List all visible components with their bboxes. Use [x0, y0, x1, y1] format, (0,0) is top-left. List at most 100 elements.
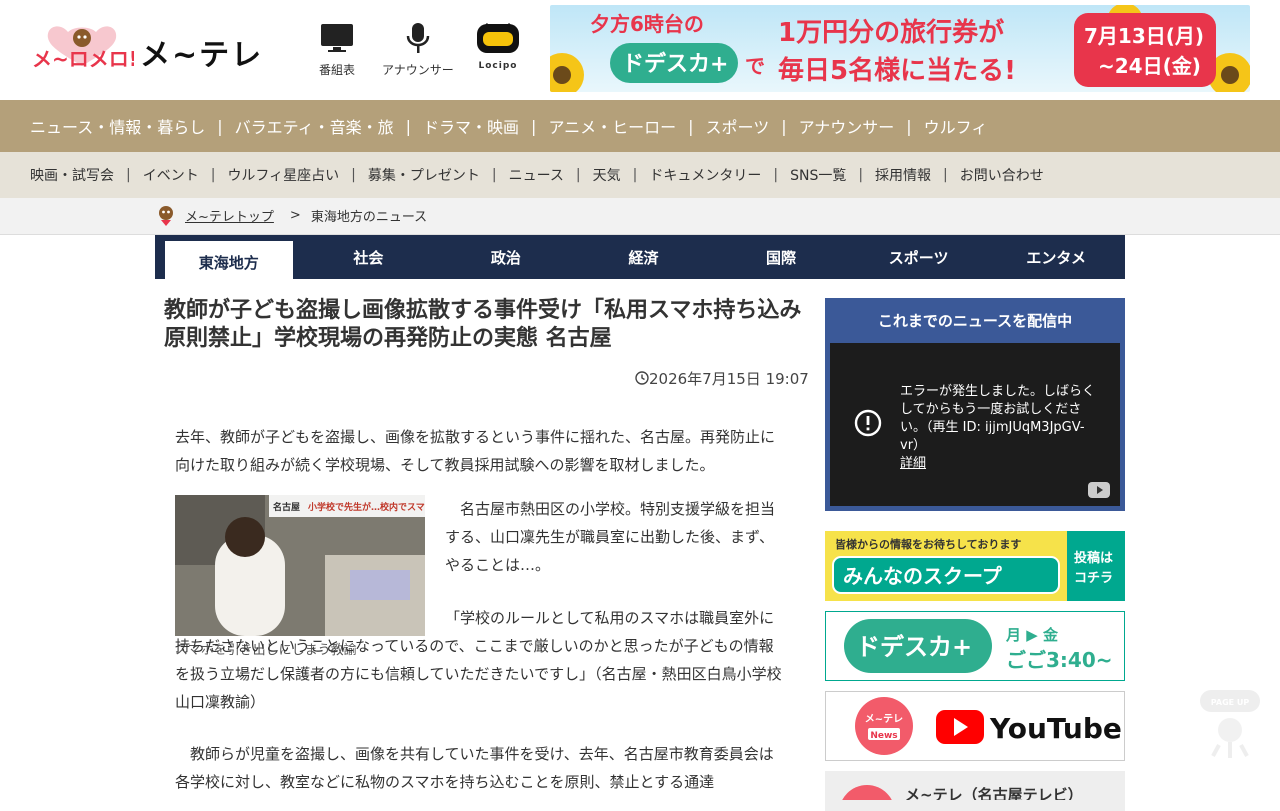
- youtube-channel-banner[interactable]: メ~テレ News YouTube: [825, 691, 1125, 761]
- announcer-link[interactable]: アナウンサー: [382, 22, 454, 78]
- sub-nav-separator: |: [858, 167, 864, 183]
- main-nav-item[interactable]: ウルフィ: [924, 114, 988, 138]
- sub-nav-item[interactable]: 天気 |: [593, 165, 650, 185]
- sub-nav-item-label[interactable]: ドキュメンタリー: [649, 165, 761, 185]
- category-tab[interactable]: 国際: [712, 235, 850, 279]
- sub-nav-item[interactable]: SNS一覧 |: [790, 165, 875, 185]
- youtube-channel-art: メ~テレ News YouTube: [855, 697, 1122, 755]
- sub-nav-item[interactable]: 映画・試写会 |: [30, 165, 143, 185]
- locipo-label: Locipo: [478, 61, 518, 71]
- sub-nav-item[interactable]: ドキュメンタリー |: [649, 165, 790, 185]
- site-header: メ~ロメロ! メ~テレ 番組表 アナウンサー Locipo 夕方6時台の ドデス…: [0, 0, 1280, 100]
- video-error-text: エラーが発生しました。しばらくしてからもう一度お試しください。（再生 ID: i…: [900, 384, 1096, 453]
- article-date-text: 2026年7月15日 19:07: [649, 370, 809, 388]
- main-nav-item[interactable]: スポーツ |: [706, 114, 799, 138]
- scoop-banner[interactable]: 皆様からの情報をお待ちしております みんなのスクープ 投稿は コチラ: [825, 531, 1125, 601]
- program-guide-label: 番組表: [318, 63, 355, 77]
- page-up-button[interactable]: PAGE UP: [1199, 690, 1261, 762]
- sub-nav-item-label[interactable]: ウルフィ星座占い: [227, 165, 339, 185]
- sub-nav-item-label[interactable]: 採用情報: [875, 165, 931, 185]
- article-paragraph-1: 名古屋市熱田区の小学校。特別支援学級を担当する、山口凜先生が職員室に出勤した後、…: [445, 500, 776, 574]
- article-paragraph-2-text: 「学校のルールとして私用のスマホは職員室外に持ちださないということになっているの…: [175, 609, 782, 711]
- svg-text:PAGE UP: PAGE UP: [1211, 698, 1250, 707]
- main-nav-separator: |: [217, 116, 223, 136]
- video-player[interactable]: エラーが発生しました。しばらくしてからもう一度お試しください。（再生 ID: i…: [830, 343, 1120, 506]
- main-nav-item-label[interactable]: バラエティ・音楽・旅: [235, 114, 394, 138]
- category-tab[interactable]: エンタメ: [987, 235, 1125, 279]
- svg-text:皆様からの情報をお待ちしております: 皆様からの情報をお待ちしております: [835, 537, 1021, 551]
- category-tab[interactable]: 東海地方: [165, 241, 293, 279]
- sub-nav-item[interactable]: お問い合わせ: [960, 165, 1044, 185]
- sub-nav-item[interactable]: 募集・プレゼント |: [368, 165, 509, 185]
- breadcrumb-home-link[interactable]: メ~テレトップ: [185, 206, 274, 225]
- sub-nav-item[interactable]: ウルフィ星座占い |: [227, 165, 367, 185]
- main-nav-item-label[interactable]: ウルフィ: [924, 114, 988, 138]
- sub-nav-separator: |: [575, 167, 581, 183]
- campaign-banner[interactable]: 夕方6時台の ドデスカ+ で 1万円分の旅行券が 毎日5名様に当たる! 7月13…: [550, 5, 1250, 92]
- main-nav-item-label[interactable]: アニメ・ヒーロー: [548, 114, 676, 138]
- mtv-banner[interactable]: メ~テレ（名古屋テレビ）: [825, 771, 1125, 811]
- video-error-message: エラーが発生しました。しばらくしてからもう一度お試しください。（再生 ID: i…: [900, 383, 1105, 473]
- sub-nav-item[interactable]: イベント |: [143, 165, 228, 185]
- svg-text:メ~ロメロ!: メ~ロメロ!: [32, 47, 134, 71]
- main-nav-separator: |: [405, 116, 412, 136]
- svg-text:ごご3:40~: ごご3:40~: [1006, 648, 1113, 672]
- main-nav-item[interactable]: ニュース・情報・暮らし |: [30, 114, 235, 138]
- category-tab[interactable]: 政治: [437, 235, 575, 279]
- locipo-icon: [477, 22, 519, 53]
- main-nav-item-label[interactable]: スポーツ: [706, 114, 770, 138]
- sub-nav-item-label[interactable]: SNS一覧: [790, 165, 846, 185]
- page-up-mascot-icon: PAGE UP: [1200, 690, 1260, 758]
- sub-nav: 映画・試写会 | イベント | ウルフィ星座占い | 募集・プレゼント | ニュース | 天気 | ドキ…: [0, 152, 1280, 198]
- video-error-details-link[interactable]: 詳細: [900, 456, 926, 471]
- svg-text:小学校で先生が…校内でスマホ禁止: 小学校で先生が…校内でスマホ禁止: [307, 501, 425, 513]
- campaign-banner-art: 夕方6時台の ドデスカ+ で 1万円分の旅行券が 毎日5名様に当たる! 7月13…: [550, 5, 1250, 92]
- mascot-icon: [159, 206, 173, 226]
- main-nav-item-label[interactable]: ニュース・情報・暮らし: [30, 114, 205, 138]
- locipo-link[interactable]: Locipo: [476, 22, 520, 71]
- main-nav-item[interactable]: アナウンサー |: [799, 114, 924, 138]
- svg-text:月 ▶ 金: 月 ▶ 金: [1005, 626, 1059, 644]
- sub-nav-separator: |: [632, 167, 638, 183]
- sub-nav-item[interactable]: 採用情報 |: [875, 165, 960, 185]
- logo-text: メ~テレ: [140, 38, 264, 73]
- main-nav-separator: |: [531, 116, 537, 136]
- tv-icon: [321, 24, 353, 52]
- svg-text:7月13日(月): 7月13日(月): [1084, 24, 1204, 48]
- dodesuka-banner[interactable]: ドデスカ+ 月 ▶ 金 ごご3:40~: [825, 611, 1125, 681]
- sub-nav-item-label[interactable]: 募集・プレゼント: [368, 165, 480, 185]
- program-guide-link[interactable]: 番組表: [318, 22, 356, 78]
- svg-text:ドデスカ+: ドデスカ+: [856, 633, 972, 661]
- sub-nav-item-label[interactable]: 映画・試写会: [30, 165, 114, 185]
- main-nav-item-label[interactable]: ドラマ・映画: [423, 114, 519, 138]
- main-nav-item-label[interactable]: アナウンサー: [799, 114, 895, 138]
- microphone-icon: [406, 23, 430, 53]
- main-nav-item[interactable]: ドラマ・映画 |: [423, 114, 548, 138]
- svg-text:投稿は: 投稿は: [1074, 550, 1113, 566]
- sub-nav-separator: |: [491, 167, 497, 183]
- video-heading: これまでのニュースを配信中: [877, 312, 1073, 330]
- svg-text:ドデスカ+: ドデスカ+: [622, 51, 728, 77]
- svg-text:YouTube: YouTube: [989, 712, 1122, 745]
- youtube-icon[interactable]: [1088, 482, 1110, 498]
- sub-nav-item-label[interactable]: 天気: [593, 165, 621, 185]
- sub-nav-item-label[interactable]: ニュース: [509, 165, 564, 185]
- article-title: 教師が子ども盗撮し画像拡散する事件受け「私用スマホ持ち込み原則禁止」学校現場の再…: [164, 298, 802, 351]
- sub-nav-item-label[interactable]: イベント: [143, 165, 199, 185]
- main-nav-item[interactable]: バラエティ・音楽・旅 |: [235, 114, 423, 138]
- main-nav-separator: |: [906, 116, 912, 136]
- announcer-label: アナウンサー: [382, 63, 454, 77]
- main-nav-item[interactable]: アニメ・ヒーロー |: [548, 114, 705, 138]
- category-tab[interactable]: スポーツ: [850, 235, 988, 279]
- main-nav-separator: |: [781, 116, 787, 136]
- svg-text:コチラ: コチラ: [1074, 571, 1113, 586]
- svg-text:みんなのスクープ: みんなのスクープ: [843, 564, 1003, 588]
- site-logo[interactable]: メ~ロメロ! メ~テレ: [30, 22, 292, 73]
- category-tab[interactable]: 経済: [575, 235, 713, 279]
- sub-nav-separator: |: [943, 167, 948, 183]
- category-tab[interactable]: 社会: [300, 235, 438, 279]
- breadcrumb-separator: >: [289, 207, 301, 223]
- sub-nav-item-label[interactable]: お問い合わせ: [960, 165, 1044, 185]
- sub-nav-item[interactable]: ニュース |: [509, 165, 593, 185]
- breadcrumb-current: 東海地方のニュース: [310, 209, 428, 225]
